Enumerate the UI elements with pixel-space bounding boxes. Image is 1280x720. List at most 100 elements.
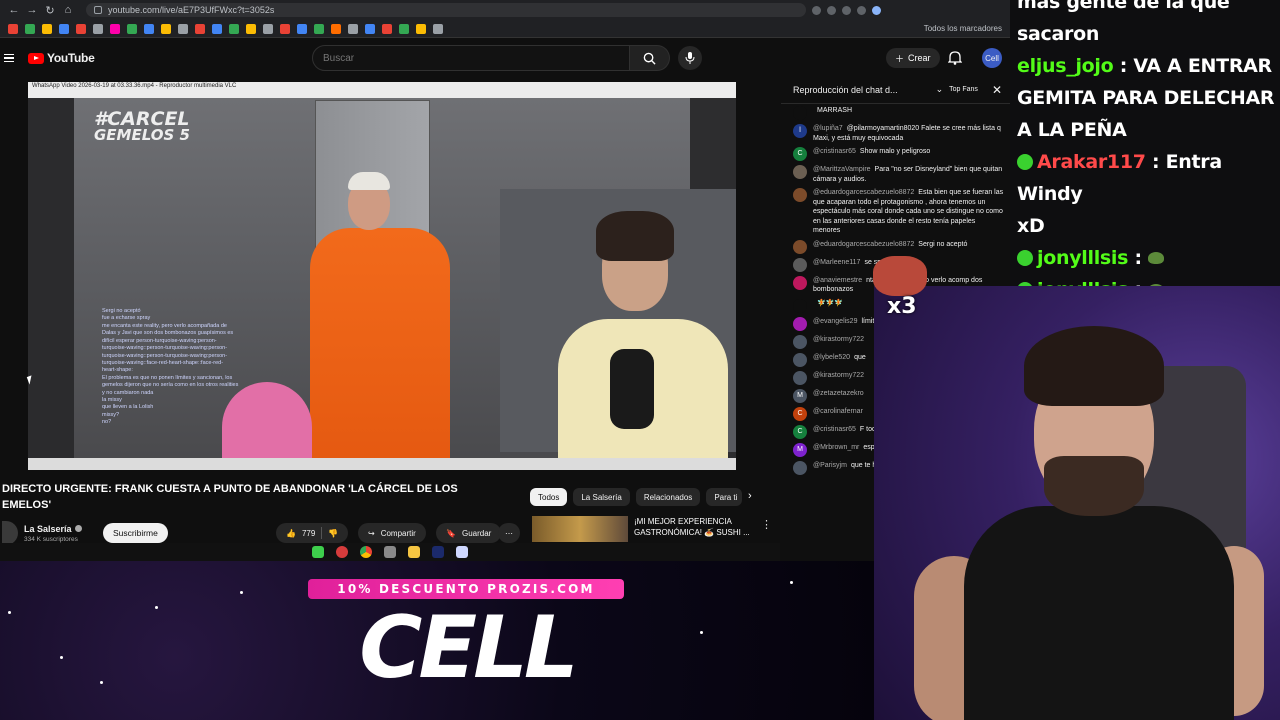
bookmark-icon[interactable]: [246, 23, 256, 34]
top-fans-badge[interactable]: Top Fans: [949, 86, 978, 93]
chat-avatar[interactable]: [793, 165, 807, 179]
bookmark-icon[interactable]: [433, 23, 443, 34]
taskbar-app-icon[interactable]: [456, 546, 468, 558]
subscribe-button[interactable]: Suscribirme: [103, 523, 168, 543]
bookmark-icon[interactable]: [42, 23, 52, 34]
thumbs-down-icon[interactable]: 👎: [328, 529, 338, 538]
thumbs-up-icon[interactable]: 👍: [286, 529, 296, 538]
channel-name[interactable]: La Salsería: [24, 524, 82, 534]
chat-avatar[interactable]: [793, 239, 807, 254]
bookmark-icon[interactable]: [297, 23, 307, 34]
photoshop-icon[interactable]: [432, 546, 444, 558]
taskbar-app-icon[interactable]: [384, 546, 396, 558]
chat-username[interactable]: @eduardogarcescabezuelo8872: [813, 241, 914, 248]
chat-avatar[interactable]: [793, 257, 807, 272]
back-icon[interactable]: ←: [8, 4, 20, 16]
chat-avatar[interactable]: M: [793, 442, 807, 457]
chat-avatar[interactable]: [793, 460, 807, 475]
chip-para-ti[interactable]: Para ti: [706, 488, 743, 506]
bookmark-icon[interactable]: [212, 23, 222, 34]
bookmark-icon[interactable]: [263, 23, 273, 34]
recommended-title[interactable]: ¡MI MEJOR EXPERIENCIA GASTRONÓMICA! 🍝 SU…: [634, 516, 750, 542]
bookmark-icon[interactable]: [59, 23, 69, 34]
taskbar-app-icon[interactable]: [336, 546, 348, 558]
chat-avatar[interactable]: [793, 370, 807, 385]
extension-icon[interactable]: [812, 5, 821, 15]
chip-relacionados[interactable]: Relacionados: [635, 488, 701, 506]
chat-avatar[interactable]: [793, 275, 807, 290]
close-icon[interactable]: ✕: [992, 83, 1002, 97]
chat-avatar[interactable]: [793, 352, 807, 367]
channel-avatar[interactable]: [2, 521, 18, 545]
chat-username[interactable]: @kirastormy722: [813, 372, 864, 379]
search-input[interactable]: [312, 45, 630, 71]
more-vert-icon[interactable]: ⋮: [761, 518, 772, 531]
chat-mode-selector[interactable]: Reproducción del chat d...: [793, 85, 930, 95]
chat-username[interactable]: @carolinafernar: [813, 408, 863, 415]
home-icon[interactable]: ⌂: [62, 4, 74, 16]
chat-username[interactable]: @Mrbrown_mr: [813, 444, 859, 451]
chat-username[interactable]: @kirastormy722: [813, 336, 864, 343]
video-player[interactable]: WhatsApp Video 2026-03-19 at 03.33.36.mp…: [28, 82, 736, 470]
bookmark-icon[interactable]: [178, 23, 188, 34]
share-button[interactable]: ↪ Compartir: [358, 523, 426, 543]
extension-icon[interactable]: [827, 5, 836, 15]
chat-username[interactable]: @eduardogarcescabezuelo8872: [813, 189, 914, 196]
chat-username[interactable]: @anaviemestre: [813, 277, 862, 284]
youtube-logo[interactable]: YouTube: [28, 51, 95, 65]
chat-username[interactable]: @Parisyjm: [813, 462, 847, 469]
chat-username[interactable]: @cristinasr65: [813, 148, 856, 155]
bookmark-icon[interactable]: [382, 23, 392, 34]
chrome-icon[interactable]: [360, 546, 372, 558]
chevron-down-icon[interactable]: ⌄: [936, 84, 944, 95]
bookmark-icon[interactable]: [127, 23, 137, 34]
address-bar[interactable]: youtube.com/live/aE7P3UfFWxc?t=3052s: [86, 3, 806, 17]
bookmark-icon[interactable]: [229, 23, 239, 34]
bookmark-icon[interactable]: [25, 23, 35, 34]
chat-username[interactable]: @Marleene117: [813, 259, 860, 266]
reload-icon[interactable]: ↻: [44, 4, 56, 17]
extension-icon[interactable]: [857, 5, 866, 15]
bookmark-icon[interactable]: [416, 23, 426, 34]
chevron-right-icon[interactable]: ›: [748, 490, 752, 502]
bookmark-icon[interactable]: [365, 23, 375, 34]
notifications-button[interactable]: [947, 50, 963, 70]
save-button[interactable]: 🔖 Guardar: [436, 523, 502, 543]
account-avatar[interactable]: Cell: [982, 48, 1002, 68]
chat-avatar[interactable]: C: [793, 147, 807, 161]
bookmark-icon[interactable]: [93, 23, 103, 34]
create-button[interactable]: ＋ Crear: [886, 48, 940, 68]
bookmark-icon[interactable]: [280, 23, 290, 34]
bookmark-icon[interactable]: [314, 23, 324, 34]
chat-username[interactable]: @evangelis29: [813, 318, 857, 325]
chat-avatar[interactable]: [793, 298, 807, 313]
chat-avatar[interactable]: [793, 106, 807, 120]
chat-username[interactable]: @cristinasr65: [813, 426, 856, 433]
chat-avatar[interactable]: [793, 188, 807, 202]
bookmark-icon[interactable]: [161, 23, 171, 34]
chat-avatar[interactable]: C: [793, 406, 807, 421]
bookmark-icon[interactable]: [8, 23, 18, 34]
like-count[interactable]: 779: [302, 529, 315, 538]
extension-icon[interactable]: [842, 5, 851, 15]
bookmark-icon[interactable]: [76, 23, 86, 34]
bookmark-icon[interactable]: [331, 23, 341, 34]
bookmark-icon[interactable]: [144, 23, 154, 34]
chat-username[interactable]: @lybele520: [813, 354, 850, 361]
chat-avatar[interactable]: [793, 316, 807, 331]
recommended-thumbnail[interactable]: [532, 516, 628, 542]
chat-username[interactable]: @MarittzaVampire: [813, 166, 871, 173]
all-bookmarks-link[interactable]: Todos los marcadores: [924, 24, 1002, 33]
bookmark-icon[interactable]: [348, 23, 358, 34]
recommended-video[interactable]: ¡MI MEJOR EXPERIENCIA GASTRONÓMICA! 🍝 SU…: [532, 516, 772, 542]
chat-username[interactable]: @zetazetazekro: [813, 390, 864, 397]
chip-todos[interactable]: Todos: [530, 488, 568, 506]
chat-avatar[interactable]: l: [793, 124, 807, 138]
bookmark-icon[interactable]: [195, 23, 205, 34]
chat-avatar[interactable]: M: [793, 388, 807, 403]
site-info-icon[interactable]: [94, 6, 102, 14]
voice-search-button[interactable]: [678, 46, 702, 70]
taskbar-app-icon[interactable]: [312, 546, 324, 558]
folder-icon[interactable]: [408, 546, 420, 558]
more-actions-button[interactable]: ⋯: [498, 523, 520, 543]
